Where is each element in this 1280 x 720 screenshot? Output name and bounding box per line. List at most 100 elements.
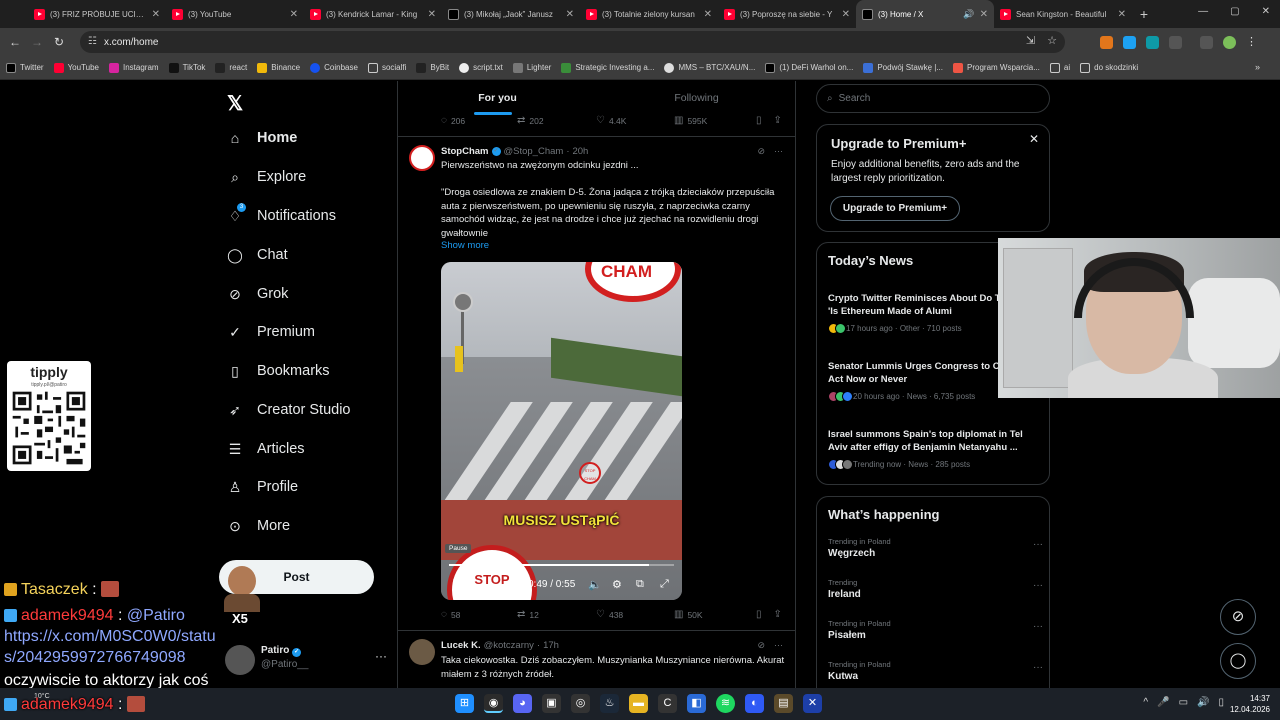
bookmark-item[interactable]: ByBit	[416, 62, 449, 73]
search-input[interactable]: ⌕ Search	[816, 84, 1050, 113]
trend-item[interactable]: Trending in Poland Pisałem ···	[828, 619, 1043, 641]
video-progress-bar[interactable]	[449, 564, 674, 566]
tweet-author[interactable]: Lucek K.	[441, 640, 481, 651]
views-button[interactable]: ▥ 50K	[674, 609, 756, 620]
sidebar-item-bookmarks[interactable]: ▯ Bookmarks	[227, 363, 329, 379]
mic-icon[interactable]: 🎤	[1157, 697, 1169, 708]
reload-icon[interactable]: ↻	[48, 35, 70, 49]
site-info-icon[interactable]: ☷	[88, 36, 97, 47]
views-button[interactable]: ▥ 595K	[674, 115, 756, 126]
bookmark-item[interactable]: script.txt	[459, 62, 503, 73]
grok-icon[interactable]: ⊘	[757, 640, 765, 651]
app-icon[interactable]: ▤	[774, 694, 793, 713]
more-icon[interactable]: ···	[774, 640, 783, 651]
settings-icon[interactable]: ⚙	[612, 578, 622, 591]
bookmark-item[interactable]: YouTube	[53, 62, 99, 73]
metamask-extension-icon[interactable]	[1100, 36, 1113, 49]
bookmark-item[interactable]: Coinbase	[310, 62, 358, 73]
grok-icon[interactable]: ⊘	[757, 146, 765, 157]
maximize-icon[interactable]: ▢	[1230, 6, 1239, 17]
tab-following[interactable]: Following	[597, 81, 796, 115]
bookmark-item[interactable]: Instagram	[109, 62, 159, 73]
address-bar[interactable]: ☷ x.com/home ⇲ ☆	[80, 31, 1065, 53]
browser-tab[interactable]: (3) Poproszę na siebie - Y ✕	[718, 0, 856, 28]
like-button[interactable]: ♡ 438	[596, 609, 674, 620]
bookmark-item[interactable]: Twitter	[6, 62, 44, 73]
extension-icon[interactable]	[1123, 36, 1136, 49]
trend-item[interactable]: Trending Ireland ···	[828, 578, 1043, 600]
sidebar-icon[interactable]	[1200, 36, 1213, 49]
browser-tab[interactable]: Sean Kingston - Beautiful ✕	[994, 0, 1132, 28]
sidebar-item-creator-studio[interactable]: ➶ Creator Studio	[227, 402, 350, 418]
bookmark-button[interactable]: ▯	[756, 609, 762, 620]
more-icon[interactable]: ···	[1033, 580, 1043, 591]
more-icon[interactable]: ···	[1033, 662, 1043, 673]
share-button[interactable]: ⇪	[774, 115, 782, 126]
account-switcher[interactable]: Patiro ✓ @Patiro__ ···	[225, 643, 393, 683]
trend-item[interactable]: Trending in Poland Kutwa ···	[828, 660, 1043, 682]
news-item[interactable]: Israel summons Spain's top diplomat in T…	[828, 428, 1043, 470]
bookmark-item[interactable]: Podwój Stawkę |...	[863, 62, 943, 73]
menu-icon[interactable]: ⋮	[1246, 36, 1259, 49]
bookmark-item[interactable]: react	[215, 62, 247, 73]
volume-icon[interactable]: 🔈	[588, 578, 602, 591]
new-tab-button[interactable]: +	[1132, 6, 1156, 22]
bookmark-item[interactable]: Binance	[257, 62, 300, 73]
puzzle-icon[interactable]	[1169, 36, 1182, 49]
close-icon[interactable]: ✕	[842, 9, 850, 20]
spotify-icon[interactable]: ≋	[716, 694, 735, 713]
app-icon[interactable]: ▣	[542, 694, 561, 713]
sidebar-item-grok[interactable]: ⊘ Grok	[227, 286, 288, 302]
back-icon[interactable]: ←	[4, 35, 26, 49]
video-player[interactable]: CHAM STOP CHAM MUSISZ USTąPIĆ STOP Pause…	[441, 262, 682, 600]
more-icon[interactable]: ···	[774, 146, 783, 157]
pause-icon[interactable]: ❚❚	[451, 579, 468, 590]
trend-item[interactable]: Trending in Poland Węgrzech ···	[828, 537, 1043, 559]
star-icon[interactable]: ☆	[1047, 34, 1057, 47]
extension-icon[interactable]	[1146, 36, 1159, 49]
more-icon[interactable]: ···	[1033, 539, 1043, 550]
window-close-icon[interactable]: ✕	[1262, 6, 1270, 17]
avatar[interactable]	[409, 639, 435, 665]
clock[interactable]: 14:37 12.04.2026	[1230, 693, 1270, 715]
bookmark-item[interactable]: Program Wsparcia...	[953, 62, 1040, 73]
sidebar-item-notifications[interactable]: ♢ 3 Notifications	[227, 203, 336, 224]
grok-fab-button[interactable]: ⊘	[1220, 599, 1256, 635]
bookmark-item[interactable]: Strategic Investing a...	[561, 62, 654, 73]
share-button[interactable]: ⇪	[774, 609, 782, 620]
close-icon[interactable]: ✕	[980, 9, 988, 20]
pip-icon[interactable]: ⧉	[636, 578, 644, 591]
tweet-author[interactable]: StopCham	[441, 146, 489, 157]
sidebar-item-articles[interactable]: ☰ Articles	[227, 441, 305, 457]
browser-tab[interactable]: (3) YouTube ✕	[166, 0, 304, 28]
tweet-time[interactable]: 17h	[543, 640, 559, 651]
minimize-icon[interactable]: —	[1198, 6, 1208, 17]
reply-button[interactable]: ◌ 58	[441, 609, 517, 620]
battery-icon[interactable]: ▯	[1218, 697, 1224, 708]
browser-tab[interactable]: (3) Totalnie zielony kursan ✕	[580, 0, 718, 28]
sidebar-item-chat[interactable]: ◯ Chat	[227, 247, 287, 263]
sidebar-item-more[interactable]: ⊙ More	[227, 518, 290, 534]
more-bookmarks-icon[interactable]: »	[1255, 62, 1260, 72]
fullscreen-icon[interactable]: ⤢	[660, 578, 669, 591]
tweet-time[interactable]: 20h	[572, 146, 588, 157]
bookmark-folder[interactable]: ai	[1049, 62, 1070, 73]
app-icon[interactable]: ◐	[745, 694, 764, 713]
forward-icon[interactable]: →	[26, 35, 48, 49]
avatar[interactable]	[409, 145, 435, 171]
close-icon[interactable]: ✕	[428, 9, 436, 20]
repost-button[interactable]: ⇄ 12	[517, 609, 596, 620]
browser-tab[interactable]: (3) Mikołaj „Jaok” Janusz ✕	[442, 0, 580, 28]
close-icon[interactable]: ✕	[152, 9, 160, 20]
bookmark-folder[interactable]: socialfi	[367, 62, 406, 73]
close-icon[interactable]: ✕	[1029, 132, 1039, 146]
like-button[interactable]: ♡ 4.4K	[596, 115, 674, 126]
reply-button[interactable]: ◌ 206	[441, 115, 517, 126]
avatar[interactable]	[1223, 36, 1236, 49]
sidebar-item-home[interactable]: ⌂ Home	[227, 130, 298, 146]
discord-icon[interactable]: ◕	[513, 694, 532, 713]
close-icon[interactable]: ✕	[290, 9, 298, 20]
network-icon[interactable]: ▭	[1179, 697, 1188, 708]
close-icon[interactable]: ✕	[704, 9, 712, 20]
chrome-icon[interactable]: ◉	[484, 694, 503, 713]
